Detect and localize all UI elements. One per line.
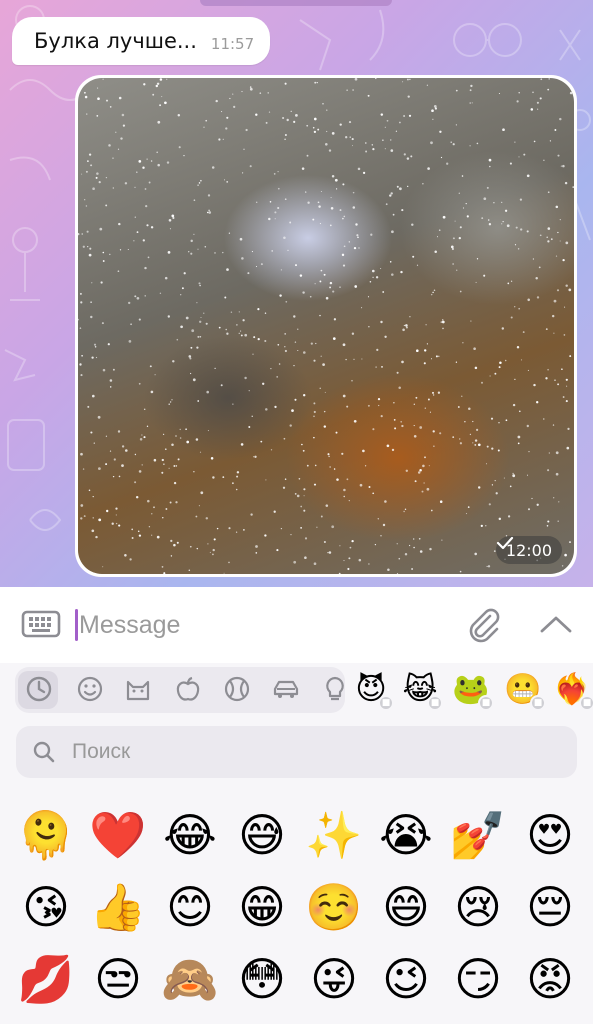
emoji-button[interactable]: 💋 [10, 943, 82, 1015]
chat-area: Булка лучше... 11:57 12:00 [0, 0, 593, 587]
emoji-button[interactable]: 😉 [370, 943, 442, 1015]
premium-pack-devil[interactable]: 😈 ■ [352, 671, 394, 711]
car-icon[interactable] [271, 674, 301, 704]
emoji-search[interactable] [16, 726, 577, 778]
recent-icon[interactable] [24, 674, 54, 704]
emoji-button[interactable]: 😘 [10, 871, 82, 943]
emoji-button[interactable]: 😭 [370, 799, 442, 871]
emoji-panel: 😈 ■ 😹 ■ 🐸 ■ 😬 ■ ❤️‍🔥 ■ 🫠❤️😂😅✨😭💅😍😘👍😊😁☺️😄😢… [0, 663, 593, 1024]
check-icon [496, 536, 513, 550]
emoji-row: 🫠 ❤️ 😂 😅 ✨ 😭 💅 😍 [10, 799, 586, 871]
premium-pack-grimace[interactable]: 😬 ■ [504, 671, 546, 711]
ball-icon[interactable] [222, 674, 252, 704]
message-composer [0, 587, 593, 663]
blurred-spoiler-image[interactable]: 12:00 [78, 78, 574, 574]
lock-icon: ■ [478, 695, 494, 711]
emoji-button[interactable]: 😢 [442, 871, 514, 943]
emoji-button[interactable]: ✨ [298, 799, 370, 871]
outgoing-media-bubble[interactable]: 12:00 [75, 75, 577, 577]
emoji-button[interactable]: 😜 [298, 943, 370, 1015]
emoji-button[interactable]: 😁 [226, 871, 298, 943]
emoji-button[interactable]: 😏 [442, 943, 514, 1015]
lock-icon: ■ [427, 695, 443, 711]
lock-icon: ■ [378, 695, 394, 711]
emoji-button[interactable]: 😅 [226, 799, 298, 871]
lock-icon: ■ [579, 695, 593, 711]
message-time: 11:57 [210, 35, 255, 53]
search-icon [33, 741, 55, 763]
smiley-icon[interactable] [75, 674, 105, 704]
apple-icon[interactable] [173, 674, 203, 704]
emoji-button[interactable]: 😒 [82, 943, 154, 1015]
paperclip-icon[interactable] [464, 605, 504, 645]
media-timestamp: 12:00 [495, 536, 562, 564]
chevron-up-icon[interactable] [536, 609, 576, 641]
emoji-button[interactable]: 🙈 [154, 943, 226, 1015]
premium-pack-frog[interactable]: 🐸 ■ [452, 671, 494, 711]
text-cursor [75, 609, 78, 641]
message-text: Булка лучше... [34, 29, 197, 53]
spoiler-sparkles [78, 78, 574, 574]
emoji-button[interactable]: 🫠 [10, 799, 82, 871]
cat-icon[interactable] [123, 674, 153, 704]
emoji-button[interactable]: 😡 [514, 943, 586, 1015]
premium-pack-cat[interactable]: 😹 ■ [401, 671, 443, 711]
emoji-button[interactable]: 😍 [514, 799, 586, 871]
emoji-grid: 🫠 ❤️ 😂 😅 ✨ 😭 💅 😍 😘 👍 😊 😁 ☺️ 😄 😢 😔 💋 😒 🙈 😳 😜 😉 😏 😡 [10, 799, 586, 1015]
emoji-button[interactable]: 👍 [82, 871, 154, 943]
lightbulb-icon[interactable] [320, 674, 350, 704]
emoji-button[interactable]: ☺️ [298, 871, 370, 943]
emoji-button[interactable]: 😂 [154, 799, 226, 871]
premium-pack-heart[interactable]: ❤️‍🔥 ■ [553, 671, 593, 711]
emoji-button[interactable]: 😔 [514, 871, 586, 943]
keyboard-icon[interactable] [20, 607, 62, 641]
emoji-button[interactable]: 😊 [154, 871, 226, 943]
emoji-button[interactable]: 💅 [442, 799, 514, 871]
emoji-button[interactable]: 😳 [226, 943, 298, 1015]
emoji-button[interactable]: ❤️ [82, 799, 154, 871]
emoji-search-input[interactable] [72, 734, 552, 770]
emoji-button[interactable]: 😄 [370, 871, 442, 943]
emoji-row: 💋 😒 🙈 😳 😜 😉 😏 😡 [10, 943, 586, 1015]
emoji-row: 😘 👍 😊 😁 ☺️ 😄 😢 😔 [10, 871, 586, 943]
lock-icon: ■ [530, 695, 546, 711]
incoming-message-bubble[interactable]: Булка лучше... 11:57 [12, 17, 271, 65]
message-input[interactable] [79, 603, 439, 647]
